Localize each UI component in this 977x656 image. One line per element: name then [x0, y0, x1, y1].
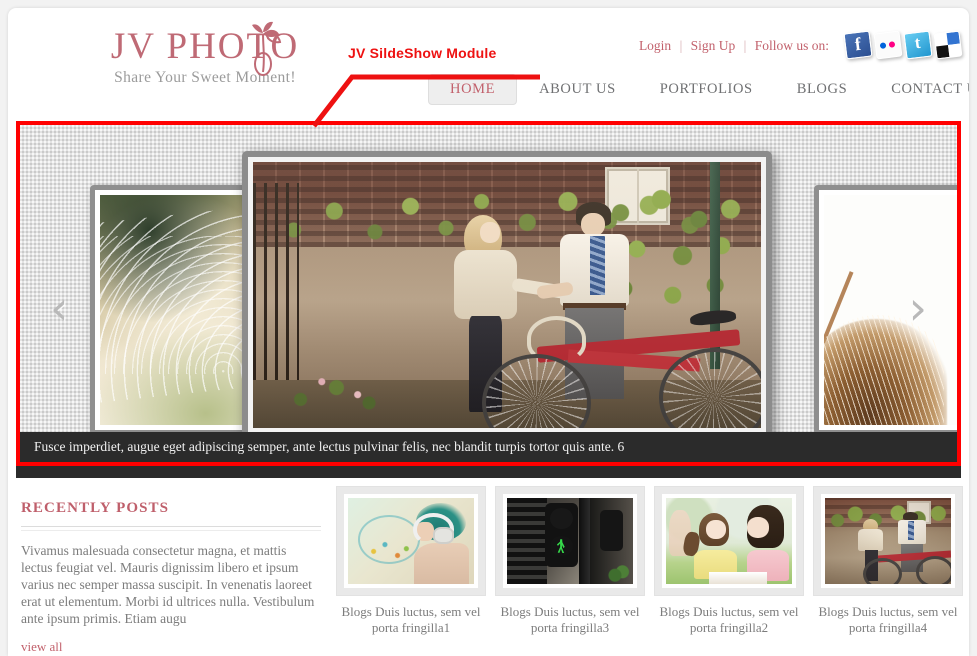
- nav-item-portfolios[interactable]: PORTFOLIOS: [638, 74, 775, 105]
- delicious-icon[interactable]: [933, 30, 963, 60]
- login-link[interactable]: Login: [639, 38, 671, 53]
- thumb-frame[interactable]: [813, 486, 963, 596]
- slideshow-module[interactable]: ‹ › Fusce imperdiet, augue eget adipisci…: [16, 121, 961, 466]
- recently-posts-body: Vivamus malesuada consectetur magna, et …: [21, 543, 315, 626]
- heading-divider: [21, 526, 321, 531]
- thumb-image-4: [821, 494, 955, 588]
- toplink-separator-2: |: [743, 38, 747, 53]
- slide-caption: Fusce imperdiet, augue eget adipiscing s…: [20, 432, 957, 462]
- thumbnail-list: Blogs Duis luctus, sem vel porta fringil…: [336, 486, 965, 636]
- list-item[interactable]: Blogs Duis luctus, sem vel porta fringil…: [654, 486, 804, 636]
- slideshow-slide-active[interactable]: [242, 151, 772, 439]
- slideshow-bottom-strip: [16, 466, 961, 478]
- signup-link[interactable]: Sign Up: [691, 38, 736, 53]
- thumb-caption[interactable]: Blogs Duis luctus, sem vel porta fringil…: [654, 604, 804, 636]
- slide-active-image: [253, 162, 761, 428]
- prev-slide-arrow-icon[interactable]: ‹: [50, 285, 68, 331]
- thumb-image-2: [503, 494, 637, 588]
- thumb-frame[interactable]: [336, 486, 486, 596]
- nav-item-contact-us[interactable]: CONTACT US: [869, 74, 969, 105]
- list-item[interactable]: Blogs Duis luctus, sem vel porta fringil…: [495, 486, 645, 636]
- annotation-label: JV SildeShow Module: [348, 45, 497, 61]
- thumb-caption[interactable]: Blogs Duis luctus, sem vel porta fringil…: [813, 604, 963, 636]
- nav-item-about-us[interactable]: ABOUT US: [517, 74, 638, 105]
- thumb-caption[interactable]: Blogs Duis luctus, sem vel porta fringil…: [336, 604, 486, 636]
- slideshow-slide-next[interactable]: [814, 185, 957, 435]
- social-links: [843, 30, 963, 60]
- next-slide-arrow-icon[interactable]: ›: [909, 285, 927, 331]
- content-area: RECENTLY POSTS Vivamus malesuada consect…: [8, 486, 969, 656]
- toplink-separator-1: |: [679, 38, 683, 53]
- thumb-image-1: [344, 494, 478, 588]
- follow-us-label: Follow us on:: [754, 38, 829, 53]
- recently-posts-block: RECENTLY POSTS Vivamus malesuada consect…: [21, 500, 321, 656]
- flickr-icon[interactable]: [873, 30, 903, 60]
- main-navigation: HOME ABOUT US PORTFOLIOS BLOGS CONTACT U…: [428, 74, 969, 105]
- page-root: JV PHOTO Share Your Sweet Moment! Login …: [0, 0, 977, 656]
- thumb-frame[interactable]: [654, 486, 804, 596]
- slide-next-image: [824, 195, 957, 425]
- site-container: JV PHOTO Share Your Sweet Moment! Login …: [8, 8, 969, 656]
- list-item[interactable]: Blogs Duis luctus, sem vel porta fringil…: [813, 486, 963, 636]
- logo-wordmark: JV PHOTO: [110, 26, 300, 67]
- recently-posts-heading: RECENTLY POSTS: [21, 500, 170, 516]
- logo-tagline: Share Your Sweet Moment!: [114, 69, 296, 86]
- nav-item-blogs[interactable]: BLOGS: [775, 74, 870, 105]
- nav-item-home[interactable]: HOME: [428, 74, 518, 105]
- facebook-icon[interactable]: [843, 30, 873, 60]
- site-logo[interactable]: JV PHOTO Share Your Sweet Moment!: [80, 21, 330, 87]
- thumb-caption[interactable]: Blogs Duis luctus, sem vel porta fringil…: [495, 604, 645, 636]
- thumb-frame[interactable]: [495, 486, 645, 596]
- twitter-icon[interactable]: [903, 30, 933, 60]
- list-item[interactable]: Blogs Duis luctus, sem vel porta fringil…: [336, 486, 486, 636]
- slideshow-stage: ‹ › Fusce imperdiet, augue eget adipisci…: [20, 125, 957, 462]
- view-all-link[interactable]: view all: [21, 639, 63, 655]
- top-links: Login | Sign Up | Follow us on:: [639, 38, 829, 54]
- thumb-image-3: [662, 494, 796, 588]
